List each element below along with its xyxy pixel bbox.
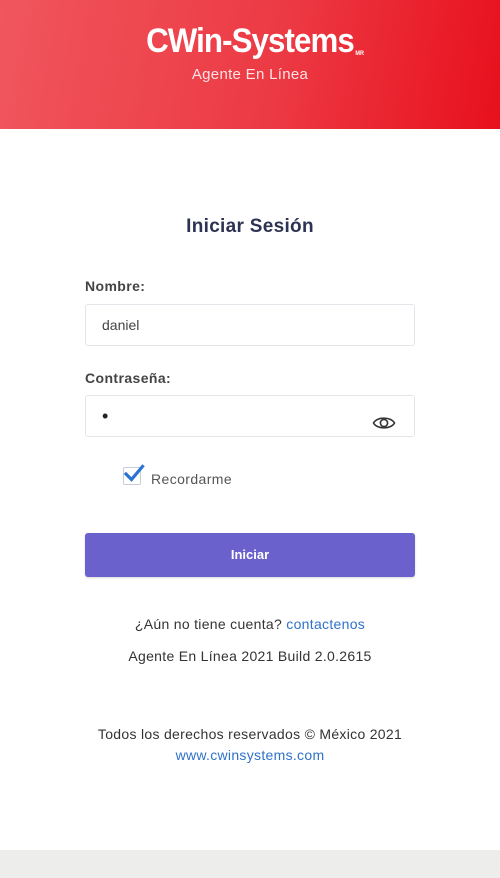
app-subtitle: Agente En Línea [191,66,309,83]
website-line: www.cwinsystems.com [0,747,500,763]
username-label: Nombre: [85,278,146,294]
app-header: CWin-Systems MR Agente En Línea [0,0,500,129]
login-card: Iniciar Sesión Nombre: daniel Contraseña… [0,129,500,850]
brand-logo: CWin-Systems MR [20,22,480,61]
remember-checkbox[interactable] [123,464,145,485]
password-field[interactable]: • [85,395,415,437]
copyright-text: Todos los derechos reservados © México 2… [97,726,403,742]
login-button[interactable]: Iniciar [85,533,415,577]
website-link[interactable]: www.cwinsystems.com [176,747,325,763]
page-footer-bar [0,850,500,878]
remember-label: Recordarme [151,471,233,487]
username-field[interactable]: daniel [85,304,415,346]
account-prompt: ¿Aún no tiene cuenta? [134,616,283,632]
logo-mark: MR [355,51,364,57]
checkmark-icon [123,464,145,482]
password-label: Contraseña: [85,370,172,386]
username-value: daniel [102,317,140,333]
contact-link[interactable]: contactenos [286,616,365,632]
password-masked-value: • [102,406,109,426]
eye-icon[interactable] [372,407,396,429]
account-prompt-line: ¿Aún no tiene cuenta? contactenos [0,616,500,632]
logo-text: CWin-Systems [146,22,355,60]
build-info: Agente En Línea 2021 Build 2.0.2615 [128,648,372,664]
page-title: Iniciar Sesión [186,216,314,237]
